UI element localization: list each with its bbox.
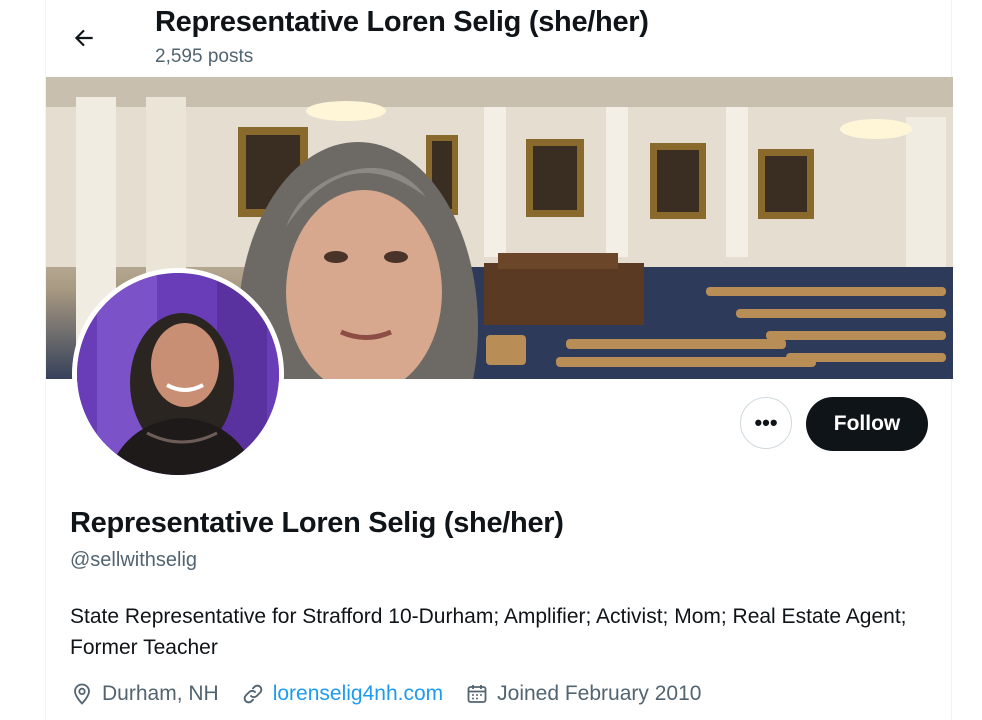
display-name: Representative Loren Selig (she/her)	[70, 507, 564, 539]
arrow-left-icon	[74, 29, 93, 47]
follow-button[interactable]: Follow	[806, 397, 928, 451]
back-button[interactable]	[66, 20, 102, 56]
location-text: Durham, NH	[102, 682, 219, 705]
more-options-button[interactable]: •••	[740, 397, 792, 449]
profile-column: Representative Loren Selig (she/her) 2,5…	[45, 0, 953, 720]
avatar[interactable]	[72, 268, 284, 480]
top-bar: Representative Loren Selig (she/her) 2,5…	[46, 0, 953, 77]
more-icon: •••	[754, 410, 778, 435]
username: @sellwithselig	[70, 549, 198, 571]
page-title: Representative Loren Selig (she/her)	[155, 6, 649, 38]
join-date: Joined February 2010	[465, 682, 701, 706]
location: Durham, NH	[70, 682, 219, 706]
calendar-icon	[467, 685, 487, 703]
location-pin-icon	[74, 683, 90, 705]
profile-meta: Durham, NH lorenselig4nh.com Joined Febr…	[70, 678, 723, 710]
website-link[interactable]: lorenselig4nh.com	[273, 682, 443, 706]
link-icon	[243, 684, 263, 704]
avatar-illustration	[77, 273, 279, 475]
posts-count: 2,595 posts	[155, 46, 254, 67]
join-date-text: Joined February 2010	[497, 682, 702, 705]
bio: State Representative for Strafford 10-Du…	[70, 605, 907, 659]
website: lorenselig4nh.com	[241, 682, 443, 706]
